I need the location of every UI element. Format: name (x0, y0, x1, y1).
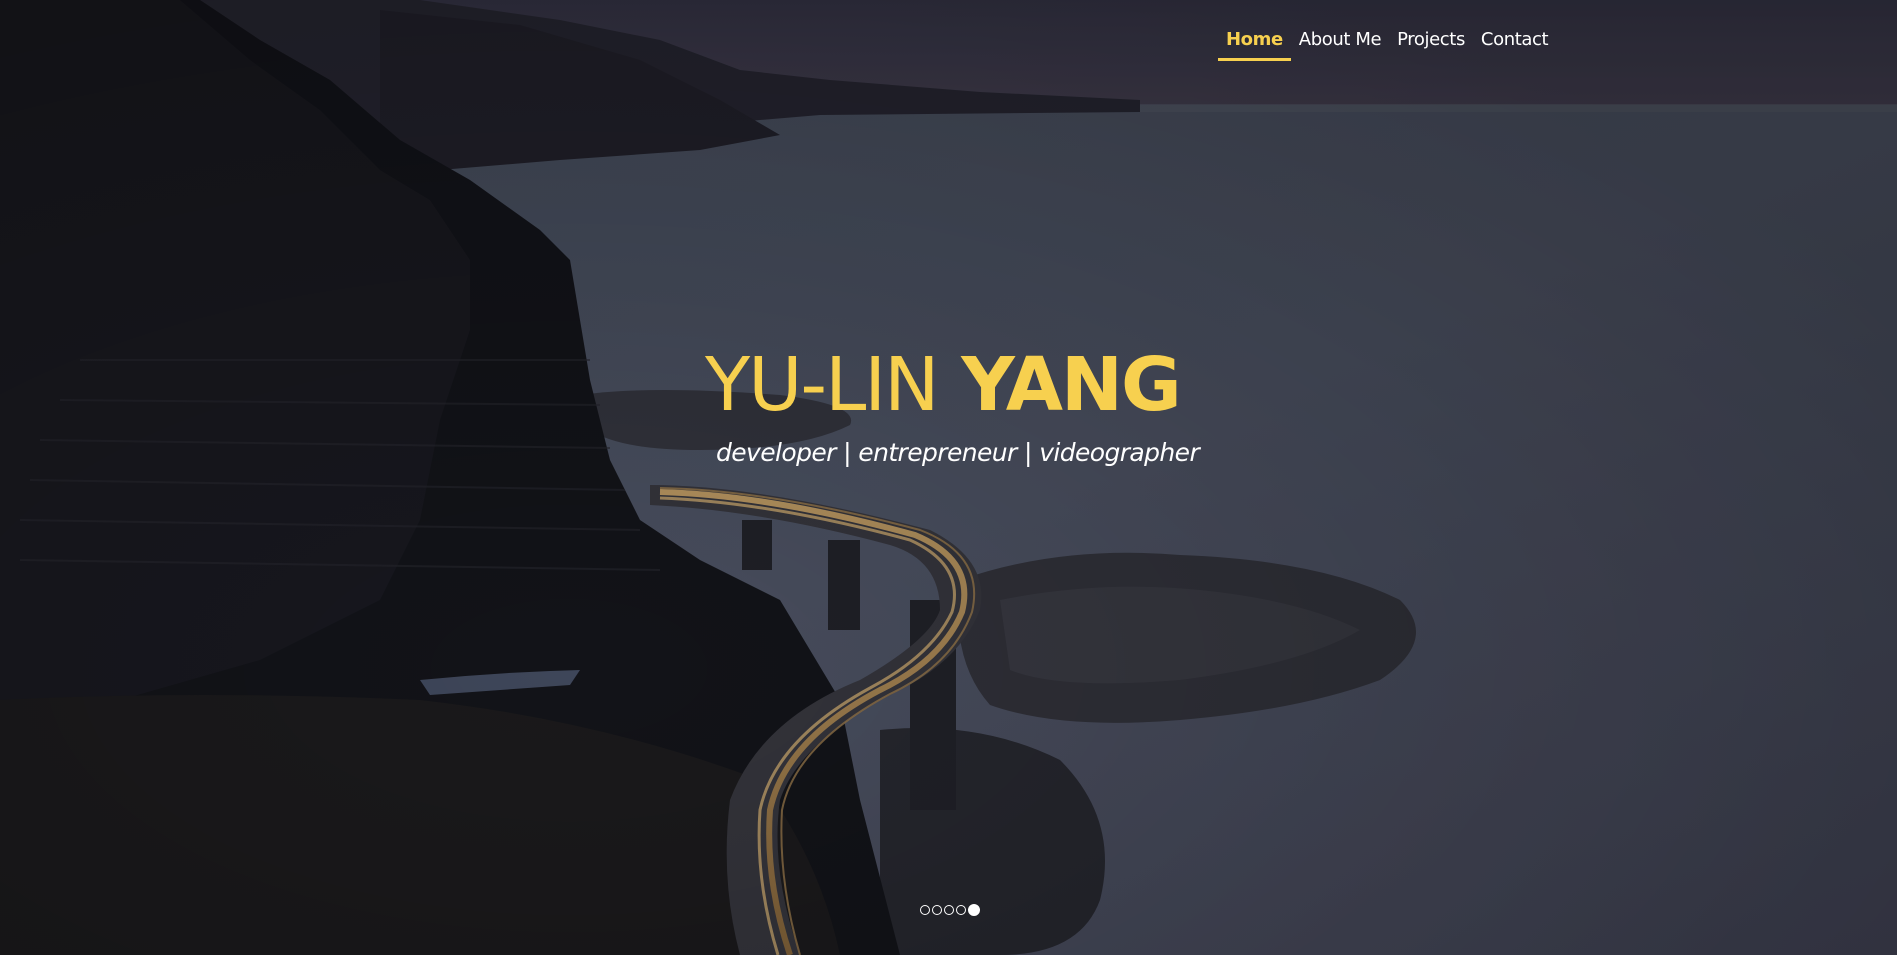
hero-first-name: YU-LIN (705, 342, 939, 428)
hero-tagline: developer | entrepreneur | videographer (716, 438, 1200, 467)
hero-title: YU-LIN YANG (705, 340, 1205, 430)
carousel-dot[interactable] (944, 905, 954, 915)
background-image (0, 0, 1897, 955)
carousel-dot[interactable] (956, 905, 966, 915)
carousel-dot[interactable] (920, 905, 930, 915)
nav-about-me[interactable]: About Me (1291, 26, 1389, 58)
nav-projects[interactable]: Projects (1389, 26, 1473, 58)
hero-last-name: YANG (961, 342, 1181, 428)
nav-contact[interactable]: Contact (1473, 26, 1556, 58)
main-nav: Home About Me Projects Contact (1218, 26, 1556, 61)
carousel-indicators (920, 904, 980, 916)
carousel-dot[interactable] (932, 905, 942, 915)
carousel-dot[interactable] (968, 904, 980, 916)
hero-section: Home About Me Projects Contact YU-LIN YA… (0, 0, 1897, 955)
nav-home[interactable]: Home (1218, 26, 1291, 61)
